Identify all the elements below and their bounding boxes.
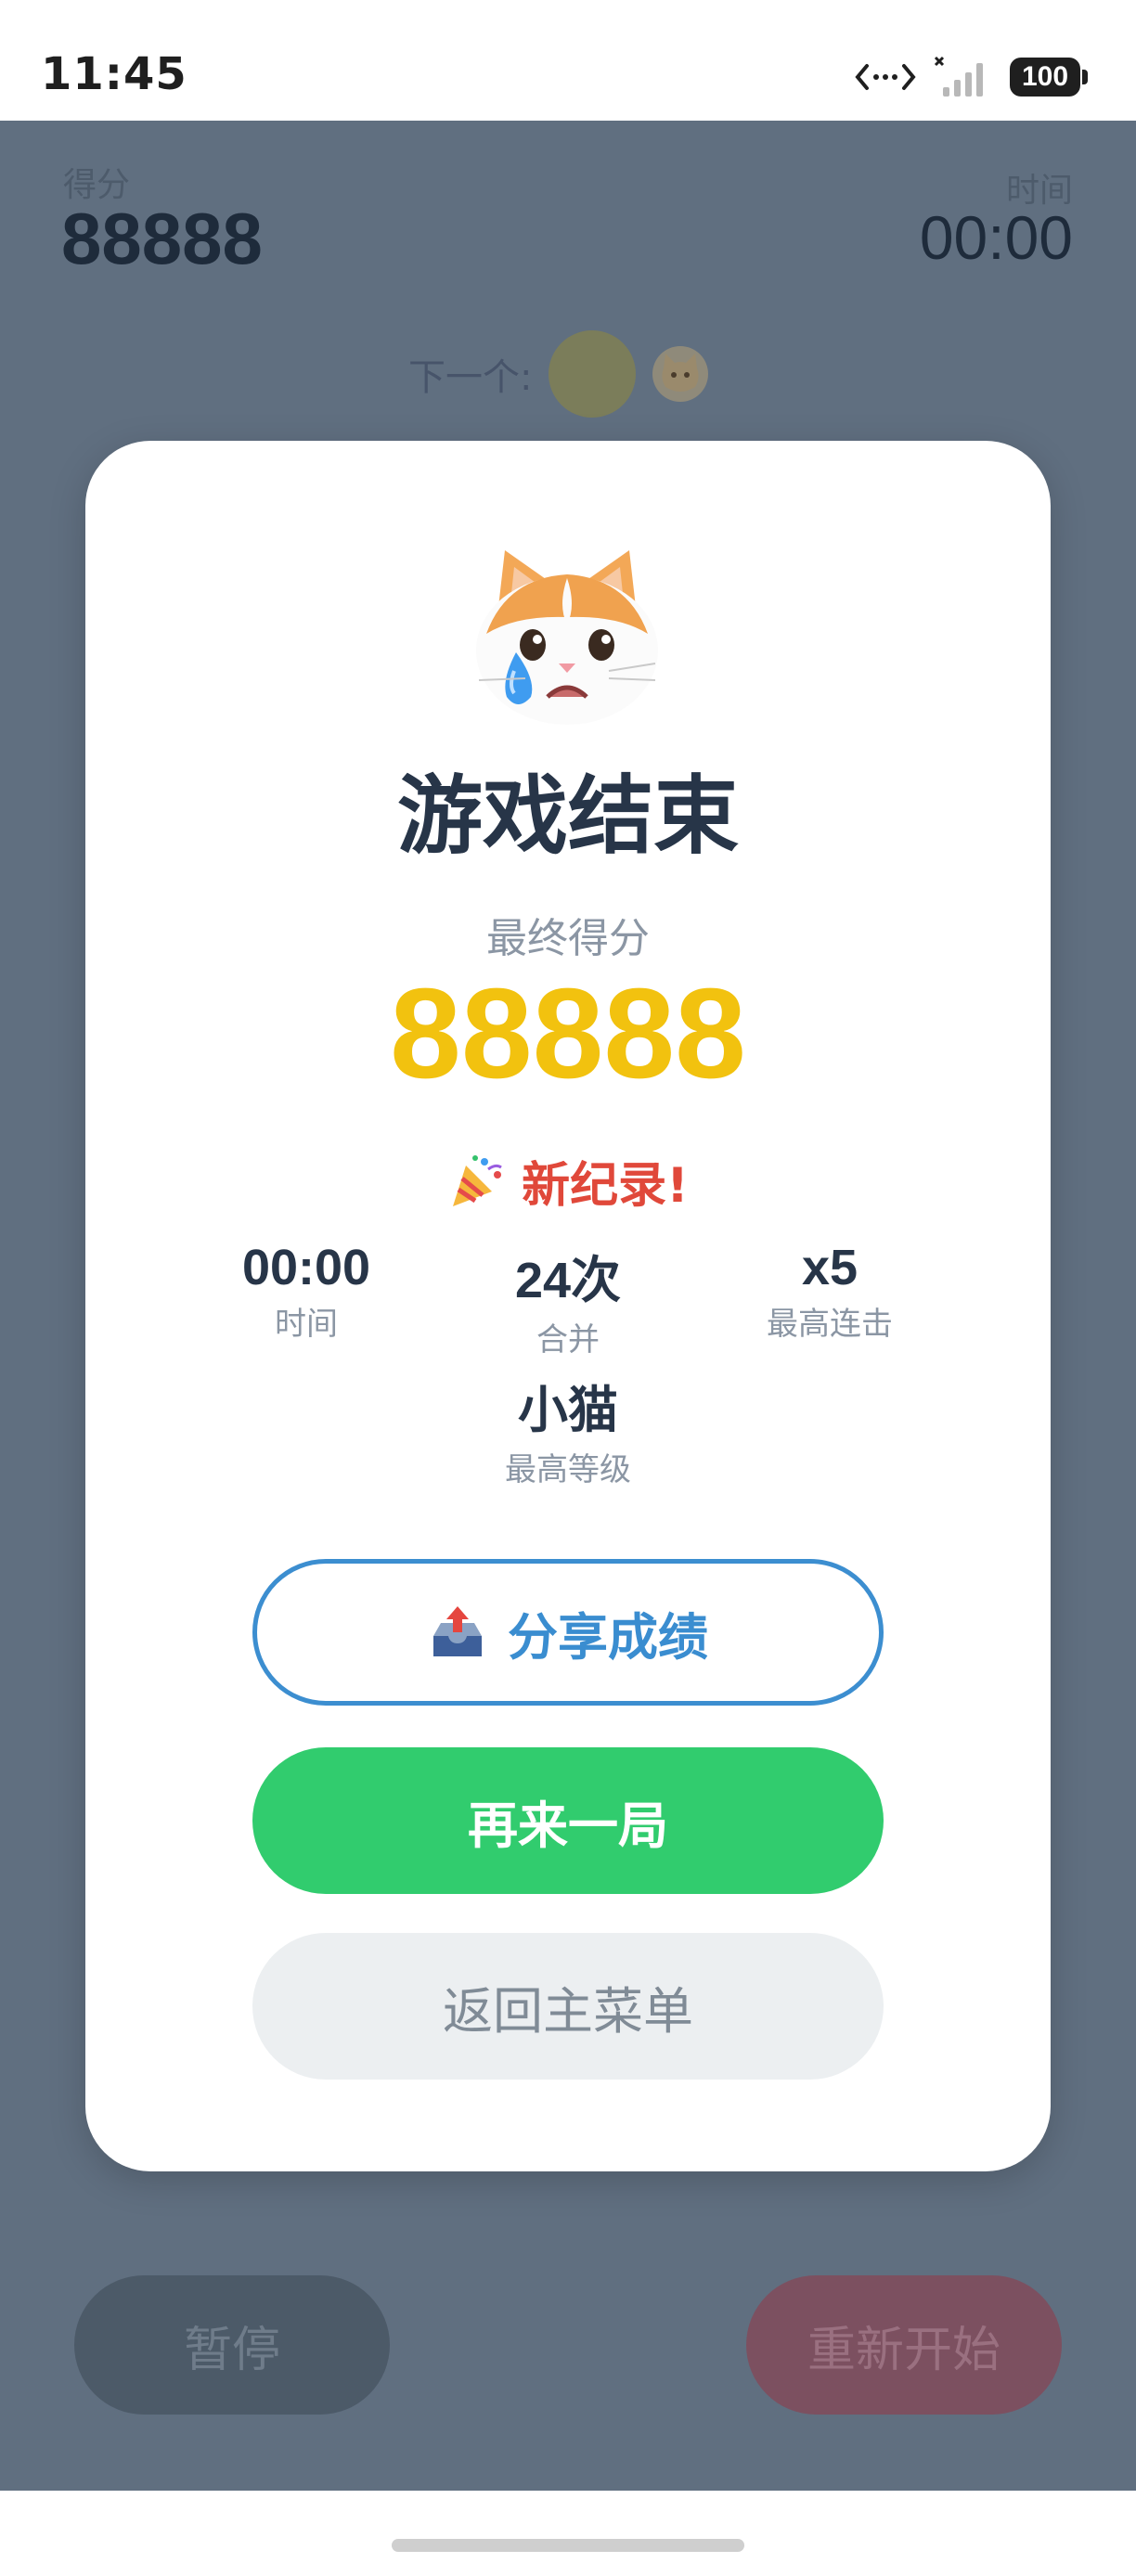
outbox-icon [433, 1606, 482, 1656]
stat-time: 00:00 时间 [186, 1239, 427, 1344]
status-time: 11:45 [41, 48, 187, 100]
next-label: 下一个: [408, 356, 533, 399]
new-record-text: 新纪录! [522, 1158, 689, 1214]
crying-cat-icon [476, 550, 658, 725]
score-value: 88888 [61, 198, 263, 279]
share-button[interactable]: 分享成绩 [252, 1559, 884, 1706]
status-bar: 11:45 100 [0, 0, 1136, 121]
new-record-banner: 新纪录! [85, 1146, 1051, 1216]
stat-value: 小猫 [518, 1383, 618, 1438]
final-score-value: 88888 [390, 962, 746, 1105]
signal-icon [934, 56, 983, 97]
code-icon [855, 64, 916, 90]
restart-button[interactable]: 重新开始 [746, 2275, 1062, 2415]
stat-label: 时间 [275, 1306, 338, 1343]
party-popper-icon [453, 1154, 502, 1206]
play-again-button[interactable]: 再来一局 [252, 1747, 884, 1894]
final-score-label: 最终得分 [486, 915, 650, 962]
next-ball [549, 330, 637, 418]
dialog-title: 游戏结束 [396, 766, 739, 866]
game-over-dialog: 游戏结束 最终得分 88888 新纪录! 00:00 时间 24次 合并 x5 … [85, 441, 1051, 2171]
stat-max-level: 小猫 最高等级 [447, 1369, 689, 1489]
navigation-bar [0, 2491, 1136, 2576]
stat-value: 24次 [514, 1253, 622, 1308]
stat-value: 00:00 [241, 1240, 371, 1295]
time-value: 00:00 [919, 203, 1073, 272]
share-button-label: 分享成绩 [508, 1607, 708, 1667]
stat-max-combo: x5 最高连击 [709, 1239, 950, 1344]
stat-label: 最高连击 [767, 1306, 893, 1343]
main-menu-button[interactable]: 返回主菜单 [252, 1933, 884, 2080]
stat-merges: 24次 合并 [447, 1239, 689, 1359]
stat-label: 合并 [536, 1321, 600, 1359]
cat-icon [652, 346, 709, 402]
home-indicator[interactable] [392, 2539, 744, 2552]
pause-button[interactable]: 暂停 [74, 2275, 390, 2415]
status-icons: 100 [854, 56, 1091, 98]
next-preview: 下一个: [408, 330, 709, 418]
battery-level: 100 [1010, 58, 1080, 97]
stat-value: x5 [801, 1240, 858, 1295]
stat-label: 最高等级 [505, 1451, 631, 1488]
battery-icon: 100 [1010, 57, 1091, 97]
